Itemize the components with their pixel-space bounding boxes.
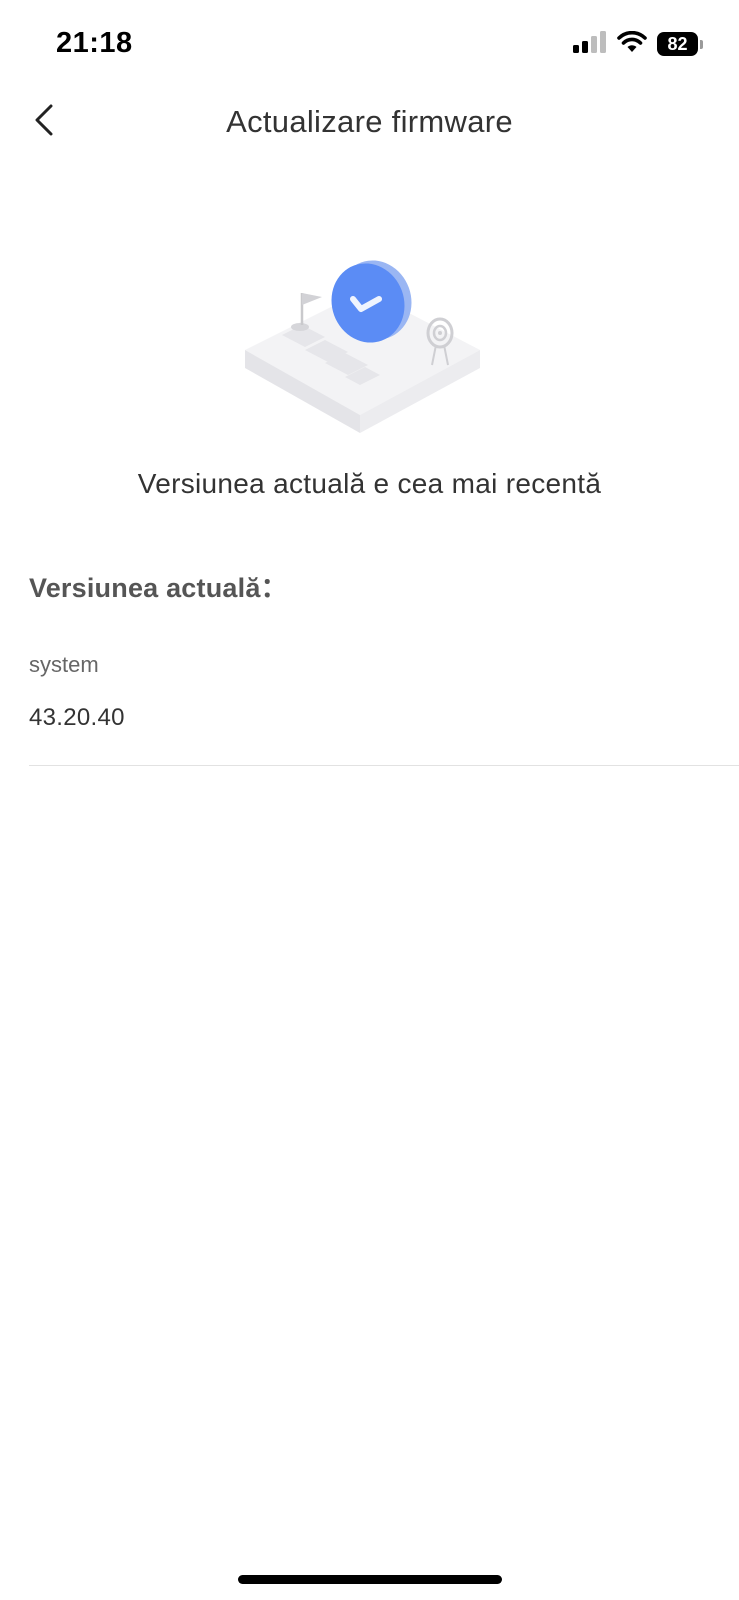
battery-tip <box>700 39 703 49</box>
firmware-status-message: Versiunea actuală e cea mai recentă <box>137 468 602 499</box>
firmware-up-to-date-illustration <box>240 255 500 450</box>
battery-icon: 82 <box>657 31 703 57</box>
current-version-title: Versiunea actuală： <box>29 573 288 603</box>
page-title: Actualizare firmware <box>226 104 513 139</box>
divider <box>29 765 739 766</box>
status-icons: 82 <box>573 30 703 58</box>
version-value: 43.20.40 <box>29 704 125 731</box>
status-bar: 21:18 82 <box>0 0 739 90</box>
nav-bar: Actualizare firmware <box>0 90 739 160</box>
status-time: 21:18 <box>56 27 133 59</box>
home-indicator[interactable] <box>238 1575 502 1584</box>
wifi-icon <box>617 30 647 58</box>
battery-level: 82 <box>657 32 699 56</box>
version-label: system <box>29 652 99 677</box>
cellular-signal-icon <box>573 30 607 58</box>
